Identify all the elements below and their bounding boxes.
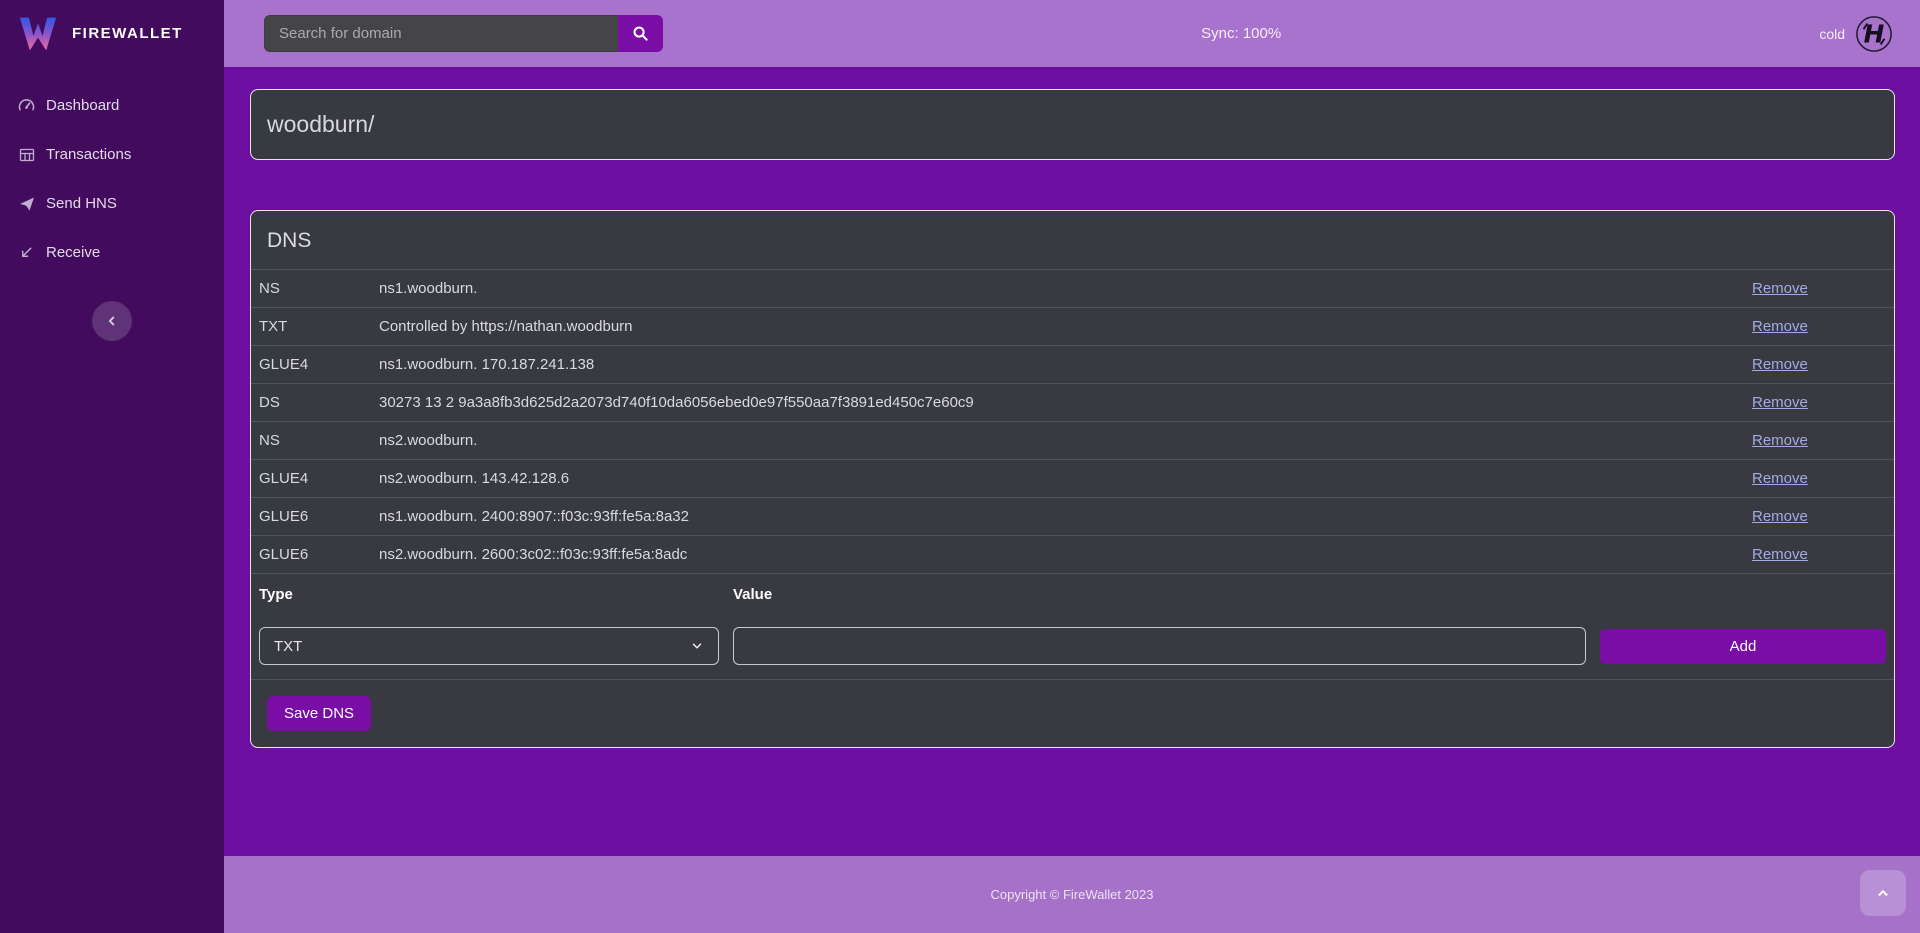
record-value: ns1.woodburn. 170.187.241.138 <box>379 356 1752 373</box>
sidebar-item-send-hns[interactable]: Send HNS <box>0 179 224 228</box>
sidebar-item-label: Send HNS <box>46 195 117 212</box>
arrow-down-left-icon <box>18 244 35 261</box>
sync-status: Sync: 100% <box>1201 25 1281 42</box>
record-type: DS <box>259 394 379 411</box>
footer: Copyright © FireWallet 2023 <box>224 856 1920 933</box>
wallet-name: cold <box>1819 26 1845 42</box>
sidebar-menu: Dashboard Transactions <box>0 81 224 277</box>
table-row: GLUE6 ns2.woodburn. 2600:3c02::f03c:93ff… <box>251 535 1894 573</box>
domain-card: woodburn/ <box>250 89 1895 160</box>
remove-link[interactable]: Remove <box>1752 280 1808 297</box>
record-action-cell: Remove <box>1752 356 1886 373</box>
table-row: GLUE4 ns1.woodburn. 170.187.241.138 Remo… <box>251 345 1894 383</box>
table-row: GLUE6 ns1.woodburn. 2400:8907::f03c:93ff… <box>251 497 1894 535</box>
record-value: ns2.woodburn. 2600:3c02::f03c:93ff:fe5a:… <box>379 546 1752 563</box>
content-area: woodburn/ DNS NS ns1.woodburn. Remove TX… <box>224 67 1920 856</box>
chevron-down-icon <box>690 639 704 653</box>
record-type-select[interactable]: TXT <box>259 627 719 665</box>
type-column-header: Type <box>259 586 719 603</box>
save-dns-button[interactable]: Save DNS <box>267 696 371 731</box>
record-action-cell: Remove <box>1752 546 1886 563</box>
record-action-cell: Remove <box>1752 280 1886 297</box>
remove-link[interactable]: Remove <box>1752 470 1808 487</box>
record-value: ns1.woodburn. <box>379 280 1752 297</box>
table-row: GLUE4 ns2.woodburn. 143.42.128.6 Remove <box>251 459 1894 497</box>
record-value-input[interactable] <box>733 627 1586 665</box>
table-icon <box>18 146 35 163</box>
record-action-cell: Remove <box>1752 508 1886 525</box>
remove-link[interactable]: Remove <box>1752 394 1808 411</box>
sidebar: FIREWALLET Dashboard <box>0 0 224 933</box>
value-column-header: Value <box>733 586 1886 603</box>
selected-record-type: TXT <box>274 638 302 655</box>
domain-search <box>264 15 663 52</box>
record-type: GLUE6 <box>259 546 379 563</box>
dns-card-title: DNS <box>251 211 1894 269</box>
remove-link[interactable]: Remove <box>1752 432 1808 449</box>
add-record-button[interactable]: Add <box>1600 629 1886 664</box>
remove-link[interactable]: Remove <box>1752 508 1808 525</box>
speedometer-icon <box>18 97 35 114</box>
app-root: FIREWALLET Dashboard <box>0 0 1920 933</box>
record-type: GLUE4 <box>259 470 379 487</box>
domain-title: woodburn/ <box>267 111 374 138</box>
add-record-headers: Type Value <box>251 573 1894 615</box>
remove-link[interactable]: Remove <box>1752 546 1808 563</box>
dns-card: DNS NS ns1.woodburn. Remove TXT Controll… <box>250 210 1895 748</box>
record-action-cell: Remove <box>1752 470 1886 487</box>
brand-name: FIREWALLET <box>72 25 183 42</box>
record-type: NS <box>259 432 379 449</box>
send-icon <box>18 195 35 212</box>
sidebar-item-dashboard[interactable]: Dashboard <box>0 81 224 130</box>
copyright-text: Copyright © FireWallet 2023 <box>991 887 1154 902</box>
record-action-cell: Remove <box>1752 318 1886 335</box>
record-value: Controlled by https://nathan.woodburn <box>379 318 1752 335</box>
record-action-cell: Remove <box>1752 432 1886 449</box>
sidebar-item-label: Dashboard <box>46 97 119 114</box>
table-row: TXT Controlled by https://nathan.woodbur… <box>251 307 1894 345</box>
record-type: TXT <box>259 318 379 335</box>
main-column: Sync: 100% cold H woodburn/ <box>224 0 1920 933</box>
add-record-form: TXT Add <box>251 615 1894 679</box>
record-value: 30273 13 2 9a3a8fb3d625d2a2073d740f10da6… <box>379 394 1752 411</box>
scroll-to-top-button[interactable] <box>1860 870 1906 916</box>
sidebar-item-receive[interactable]: Receive <box>0 228 224 277</box>
record-value: ns2.woodburn. <box>379 432 1752 449</box>
record-type: NS <box>259 280 379 297</box>
topbar: Sync: 100% cold H <box>224 0 1920 67</box>
remove-link[interactable]: Remove <box>1752 318 1808 335</box>
table-row: DS 30273 13 2 9a3a8fb3d625d2a2073d740f10… <box>251 383 1894 421</box>
search-input[interactable] <box>264 15 618 52</box>
sidebar-collapse-button[interactable] <box>92 301 132 341</box>
sidebar-item-label: Transactions <box>46 146 131 163</box>
chevron-up-icon <box>1876 886 1890 900</box>
search-button[interactable] <box>618 15 663 52</box>
record-type: GLUE6 <box>259 508 379 525</box>
table-row: NS ns1.woodburn. Remove <box>251 269 1894 307</box>
wallet-selector: cold H <box>1819 15 1893 53</box>
record-type: GLUE4 <box>259 356 379 373</box>
sidebar-item-transactions[interactable]: Transactions <box>0 130 224 179</box>
record-value: ns1.woodburn. 2400:8907::f03c:93ff:fe5a:… <box>379 508 1752 525</box>
record-action-cell: Remove <box>1752 394 1886 411</box>
search-icon <box>632 25 649 42</box>
handshake-logo-icon[interactable]: H <box>1855 15 1893 53</box>
sidebar-item-label: Receive <box>46 244 100 261</box>
record-value: ns2.woodburn. 143.42.128.6 <box>379 470 1752 487</box>
chevron-left-icon <box>105 314 119 328</box>
remove-link[interactable]: Remove <box>1752 356 1808 373</box>
save-row: Save DNS <box>251 679 1894 747</box>
firewallet-w-logo-icon <box>18 14 58 54</box>
dns-records-table: NS ns1.woodburn. Remove TXT Controlled b… <box>251 269 1894 573</box>
brand[interactable]: FIREWALLET <box>0 0 224 67</box>
table-row: NS ns2.woodburn. Remove <box>251 421 1894 459</box>
